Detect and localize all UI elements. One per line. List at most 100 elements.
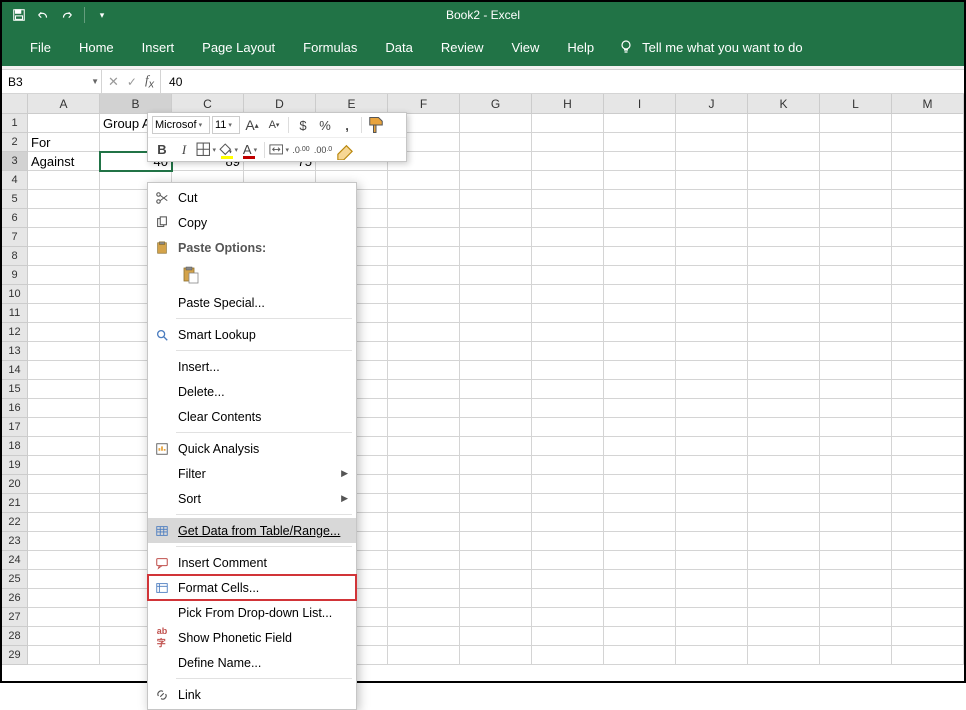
cell-G15[interactable] [460,380,532,399]
format-painter-icon[interactable] [366,115,386,135]
cell-K27[interactable] [748,608,820,627]
row-header[interactable]: 6 [2,209,28,228]
cell-K9[interactable] [748,266,820,285]
cell-A16[interactable] [28,399,100,418]
row-header[interactable]: 15 [2,380,28,399]
cell-M22[interactable] [892,513,964,532]
cell-H22[interactable] [532,513,604,532]
accounting-format-button[interactable]: $ [293,115,313,135]
cell-J11[interactable] [676,304,748,323]
cell-G14[interactable] [460,361,532,380]
cell-K28[interactable] [748,627,820,646]
cell-G28[interactable] [460,627,532,646]
cell-I9[interactable] [604,266,676,285]
cell-M11[interactable] [892,304,964,323]
cell-H9[interactable] [532,266,604,285]
cell-I23[interactable] [604,532,676,551]
cell-G11[interactable] [460,304,532,323]
cell-A22[interactable] [28,513,100,532]
cell-K18[interactable] [748,437,820,456]
ctx-format-cells[interactable]: Format Cells... [148,575,356,600]
ctx-clear-contents[interactable]: Clear Contents [148,404,356,429]
cell-J6[interactable] [676,209,748,228]
cell-F9[interactable] [388,266,460,285]
cell-L19[interactable] [820,456,892,475]
redo-button[interactable] [56,4,78,26]
row-header[interactable]: 22 [2,513,28,532]
col-header-M[interactable]: M [892,94,964,114]
cell-K14[interactable] [748,361,820,380]
cell-I3[interactable] [604,152,676,171]
cell-I10[interactable] [604,285,676,304]
cell-M29[interactable] [892,646,964,665]
cell-L17[interactable] [820,418,892,437]
cell-L21[interactable] [820,494,892,513]
cell-M13[interactable] [892,342,964,361]
cell-J3[interactable] [676,152,748,171]
cell-J18[interactable] [676,437,748,456]
cell-K16[interactable] [748,399,820,418]
cell-G27[interactable] [460,608,532,627]
cell-F29[interactable] [388,646,460,665]
cell-I17[interactable] [604,418,676,437]
cell-J1[interactable] [676,114,748,133]
enter-formula-icon[interactable]: ✓ [127,75,137,89]
cell-K17[interactable] [748,418,820,437]
merge-center-button[interactable]: ▾ [269,140,289,160]
cell-J2[interactable] [676,133,748,152]
cell-M6[interactable] [892,209,964,228]
cell-A11[interactable] [28,304,100,323]
cell-K23[interactable] [748,532,820,551]
cell-F13[interactable] [388,342,460,361]
cell-G26[interactable] [460,589,532,608]
cell-F5[interactable] [388,190,460,209]
cell-A7[interactable] [28,228,100,247]
cell-A8[interactable] [28,247,100,266]
cell-K7[interactable] [748,228,820,247]
ctx-paste-special[interactable]: Paste Special... [148,290,356,315]
cell-K20[interactable] [748,475,820,494]
row-header[interactable]: 4 [2,171,28,190]
col-header-F[interactable]: F [388,94,460,114]
increase-decimal-button[interactable]: .0.00 [291,140,311,160]
cell-F19[interactable] [388,456,460,475]
cell-L8[interactable] [820,247,892,266]
qat-customize-button[interactable]: ▾ [91,4,113,26]
cell-I22[interactable] [604,513,676,532]
cell-J29[interactable] [676,646,748,665]
cell-G1[interactable] [460,114,532,133]
cell-J23[interactable] [676,532,748,551]
cell-F16[interactable] [388,399,460,418]
cell-F14[interactable] [388,361,460,380]
col-header-J[interactable]: J [676,94,748,114]
cell-G10[interactable] [460,285,532,304]
cell-I12[interactable] [604,323,676,342]
cell-K15[interactable] [748,380,820,399]
cell-G25[interactable] [460,570,532,589]
cell-M10[interactable] [892,285,964,304]
cell-J14[interactable] [676,361,748,380]
cell-L14[interactable] [820,361,892,380]
cell-F27[interactable] [388,608,460,627]
cell-A2[interactable]: For [28,133,100,152]
row-header[interactable]: 2 [2,133,28,152]
cell-H4[interactable] [532,171,604,190]
cell-L15[interactable] [820,380,892,399]
tab-data[interactable]: Data [371,28,426,66]
tab-review[interactable]: Review [427,28,498,66]
cell-H2[interactable] [532,133,604,152]
fill-color-button[interactable]: ▾ [218,140,238,160]
cell-J27[interactable] [676,608,748,627]
cell-K26[interactable] [748,589,820,608]
cell-A17[interactable] [28,418,100,437]
cell-I18[interactable] [604,437,676,456]
row-header[interactable]: 13 [2,342,28,361]
fx-icon[interactable]: fx [145,72,154,91]
cell-M17[interactable] [892,418,964,437]
cell-H11[interactable] [532,304,604,323]
row-header[interactable]: 5 [2,190,28,209]
cell-K19[interactable] [748,456,820,475]
cell-M9[interactable] [892,266,964,285]
row-header[interactable]: 27 [2,608,28,627]
cell-M12[interactable] [892,323,964,342]
